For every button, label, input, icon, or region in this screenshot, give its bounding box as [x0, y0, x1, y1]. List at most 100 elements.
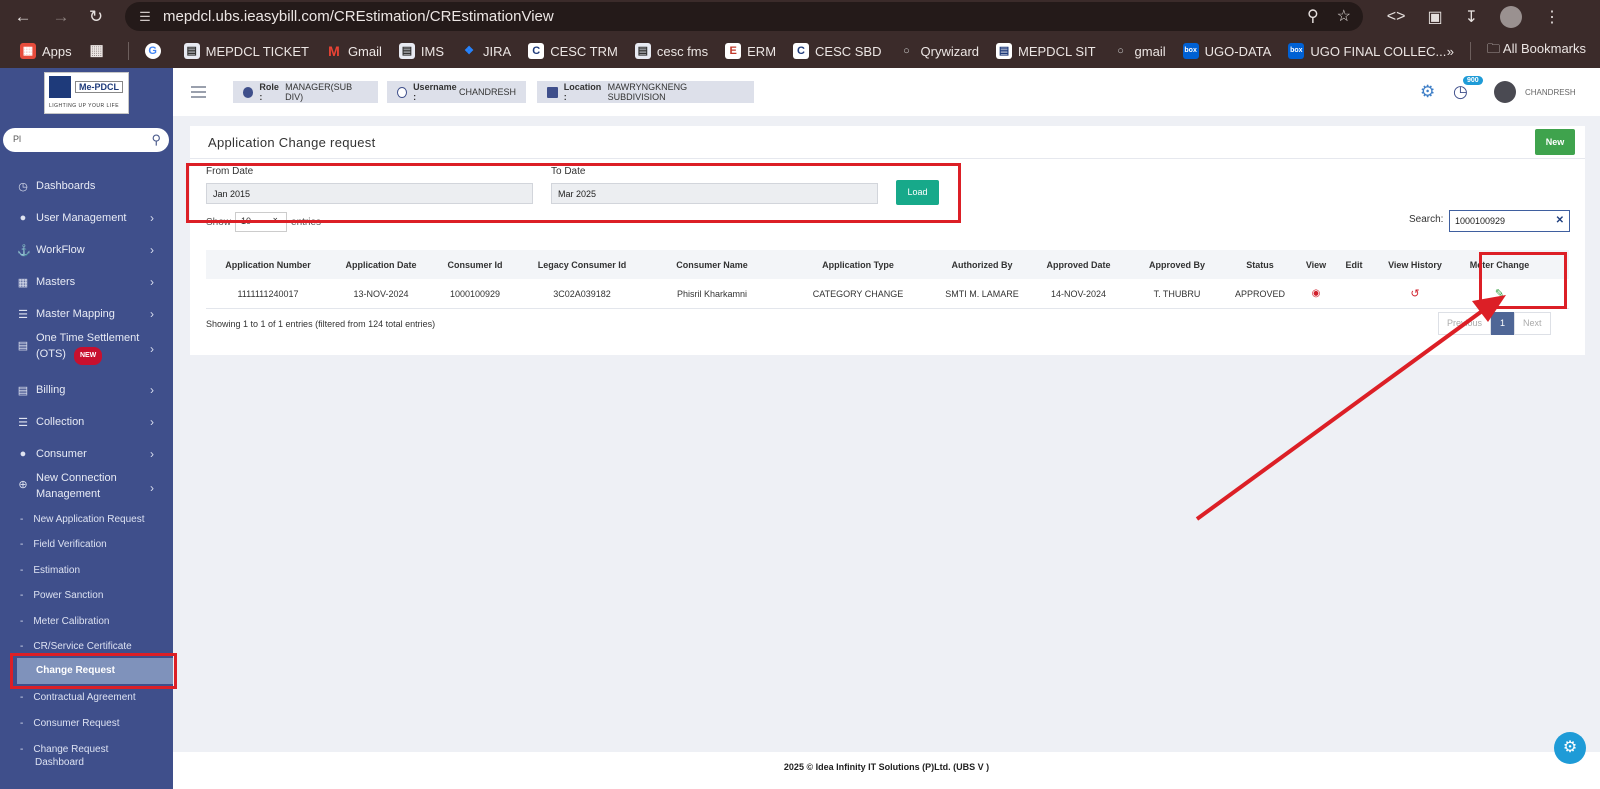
- logo-mark: [49, 76, 71, 98]
- back-icon[interactable]: ←: [13, 7, 33, 27]
- sidebar-sub-meter-calibration[interactable]: - Meter Calibration: [0, 616, 173, 627]
- sidebar-item-master-mapping[interactable]: ☰ Master Mapping ›: [0, 302, 173, 326]
- eye-icon[interactable]: ◉: [1312, 288, 1321, 299]
- sidebar-sub-change-request-dashboard[interactable]: - Change Request Dashboard: [0, 743, 173, 769]
- list-icon: ☰: [18, 417, 28, 429]
- sidepanel-icon[interactable]: ▣: [1427, 7, 1442, 27]
- edit-cell: [1335, 279, 1373, 308]
- sidebar-item-collection[interactable]: ☰ Collection ›: [0, 410, 173, 434]
- globe-icon: ○: [903, 45, 910, 57]
- sidebar-item-label: Collection: [36, 416, 85, 428]
- devtools-icon[interactable]: <>: [1387, 8, 1406, 26]
- bookmark-mepdcl-sit[interactable]: ▤ MEPDCL SIT: [996, 43, 1096, 59]
- app-header: Role : MANAGER(SUB DIV) Username : CHANDRE…: [173, 68, 1600, 116]
- col-consumer-id[interactable]: Consumer Id: [432, 250, 518, 279]
- sidebar-search-input[interactable]: Pl ⚲: [3, 128, 169, 152]
- table-info: Showing 1 to 1 of 1 entries (filtered fr…: [206, 319, 436, 329]
- bookmark-gmail[interactable]: M Gmail: [326, 43, 382, 59]
- col-status[interactable]: Status: [1223, 250, 1297, 279]
- sidebar-item-masters[interactable]: ▦ Masters ›: [0, 270, 173, 294]
- bookmark-cesc-trm[interactable]: C CESC TRM: [528, 43, 618, 59]
- support-icon[interactable]: ⚙: [1420, 82, 1435, 102]
- annotation-box-sidebar: [10, 653, 177, 689]
- sidebar-sub-field-verification[interactable]: - Field Verification: [0, 539, 173, 550]
- profile-avatar[interactable]: [1500, 6, 1522, 28]
- col-view-history[interactable]: View History: [1373, 250, 1457, 279]
- next-button[interactable]: Next: [1514, 312, 1551, 335]
- bookmark-grid[interactable]: ▦: [89, 43, 111, 59]
- bookmark-cesc-sbd[interactable]: C CESC SBD: [793, 43, 882, 59]
- user-name[interactable]: CHANDRESH: [1525, 88, 1576, 97]
- col-application-type[interactable]: Application Type: [778, 250, 938, 279]
- bookmark-jira[interactable]: ❖ JIRA: [461, 43, 511, 59]
- cell-application-date: 13-NOV-2024: [353, 288, 409, 299]
- col-approved-date[interactable]: Approved Date: [1026, 250, 1131, 279]
- sidebar-sub-new-application[interactable]: - New Application Request: [0, 514, 173, 525]
- logo-text: Me-PDCL: [75, 81, 123, 93]
- col-application-number[interactable]: Application Number: [206, 250, 330, 279]
- clear-icon[interactable]: ✕: [1556, 215, 1564, 226]
- annotation-box-date-filter: [186, 163, 961, 223]
- col-consumer-name[interactable]: Consumer Name: [646, 250, 778, 279]
- sidebar-sub-estimation[interactable]: - Estimation: [0, 565, 173, 576]
- bookmark-ugo-final[interactable]: box UGO FINAL COLLEC...: [1288, 43, 1446, 59]
- col-application-date[interactable]: Application Date: [330, 250, 432, 279]
- menu-icon[interactable]: ⋮: [1544, 7, 1560, 27]
- sidebar-item-user-management[interactable]: ● User Management ›: [0, 206, 173, 230]
- col-edit[interactable]: Edit: [1335, 250, 1373, 279]
- bookmark-mepdcl-ticket[interactable]: ▤ MEPDCL TICKET: [183, 43, 309, 59]
- bookmark-gmail-2[interactable]: ○ gmail: [1113, 43, 1165, 59]
- bookmark-apps[interactable]: ▦ Apps: [20, 43, 72, 59]
- chevron-right-icon: ›: [150, 481, 154, 495]
- bookmark-qrywizard[interactable]: ○ Qrywizard: [899, 43, 979, 59]
- search-value: 1000100929: [1455, 216, 1506, 226]
- hamburger-icon[interactable]: [191, 86, 206, 101]
- settings-gear-icon[interactable]: ⚙: [1554, 732, 1586, 764]
- new-button[interactable]: New: [1535, 129, 1575, 155]
- forward-icon[interactable]: →: [51, 7, 71, 27]
- sidebar-sub-power-sanction[interactable]: - Power Sanction: [0, 590, 173, 601]
- bookmark-google[interactable]: G: [144, 43, 167, 59]
- sidebar-item-label: New Connection Management: [36, 472, 117, 500]
- col-approved-by[interactable]: Approved By: [1131, 250, 1223, 279]
- sidebar-item-ots[interactable]: ▤ One Time Settlement (OTS) NEW ›: [0, 330, 173, 368]
- bookmark-ugo-data[interactable]: box UGO-DATA: [1182, 43, 1271, 59]
- bookmarks-overflow[interactable]: »: [1447, 44, 1454, 59]
- url-text[interactable]: mepdcl.ubs.ieasybill.com/CREstimation/CR…: [163, 8, 554, 25]
- address-bar[interactable]: ☰ mepdcl.ubs.ieasybill.com/CREstimation/…: [125, 2, 1363, 31]
- page-1-button[interactable]: 1: [1491, 312, 1515, 335]
- clock-icon[interactable]: ◷: [1453, 82, 1468, 102]
- bookmark-erm[interactable]: E ERM: [725, 43, 776, 59]
- grid-icon: ▦: [17, 277, 29, 289]
- star-icon[interactable]: ☆: [1337, 6, 1351, 26]
- divider: [1470, 42, 1471, 60]
- sidebar-sub-consumer-request[interactable]: - Consumer Request: [0, 718, 173, 729]
- cesc-icon: C: [528, 43, 545, 59]
- avatar[interactable]: [1494, 81, 1516, 103]
- search-icon[interactable]: ⚲: [151, 132, 161, 148]
- col-legacy-consumer-id[interactable]: Legacy Consumer Id: [518, 250, 646, 279]
- site-settings-icon[interactable]: ☰: [133, 9, 157, 25]
- download-icon[interactable]: ↧: [1465, 7, 1478, 27]
- sidebar-item-billing[interactable]: ▤ Billing ›: [0, 378, 173, 402]
- bookmark-cesc-fms[interactable]: ▤ cesc fms: [634, 43, 708, 59]
- cell-application-number: 1111111240017: [237, 288, 299, 299]
- sidebar-item-consumer[interactable]: ● Consumer ›: [0, 442, 173, 466]
- reload-icon[interactable]: ↻: [86, 7, 106, 27]
- zoom-icon[interactable]: ⚲: [1307, 6, 1319, 26]
- col-authorized-by[interactable]: Authorized By: [938, 250, 1026, 279]
- all-bookmarks[interactable]: 🗀 All Bookmarks: [1487, 40, 1586, 62]
- table-search-input[interactable]: 1000100929 ✕: [1449, 210, 1570, 232]
- history-cell: ↺: [1373, 279, 1457, 308]
- sidebar-sub-cr-service[interactable]: - CR/Service Certificate: [0, 641, 173, 652]
- sidebar-sub-contractual-agreement[interactable]: - Contractual Agreement: [0, 692, 173, 703]
- plus-circle-icon: ⊕: [18, 479, 28, 491]
- sidebar-item-new-connection[interactable]: ⊕ New Connection Management ›: [0, 470, 173, 506]
- sidebar-item-dashboards[interactable]: ◷ Dashboards: [0, 174, 173, 198]
- bookmark-ims[interactable]: ▤ IMS: [398, 43, 444, 59]
- dashboard-icon: ◷: [18, 181, 28, 193]
- sidebar-item-workflow[interactable]: ⚓ WorkFlow ›: [0, 238, 173, 262]
- previous-button[interactable]: Previous: [1438, 312, 1492, 335]
- history-icon[interactable]: ↺: [1410, 287, 1419, 300]
- col-view[interactable]: View: [1297, 250, 1335, 279]
